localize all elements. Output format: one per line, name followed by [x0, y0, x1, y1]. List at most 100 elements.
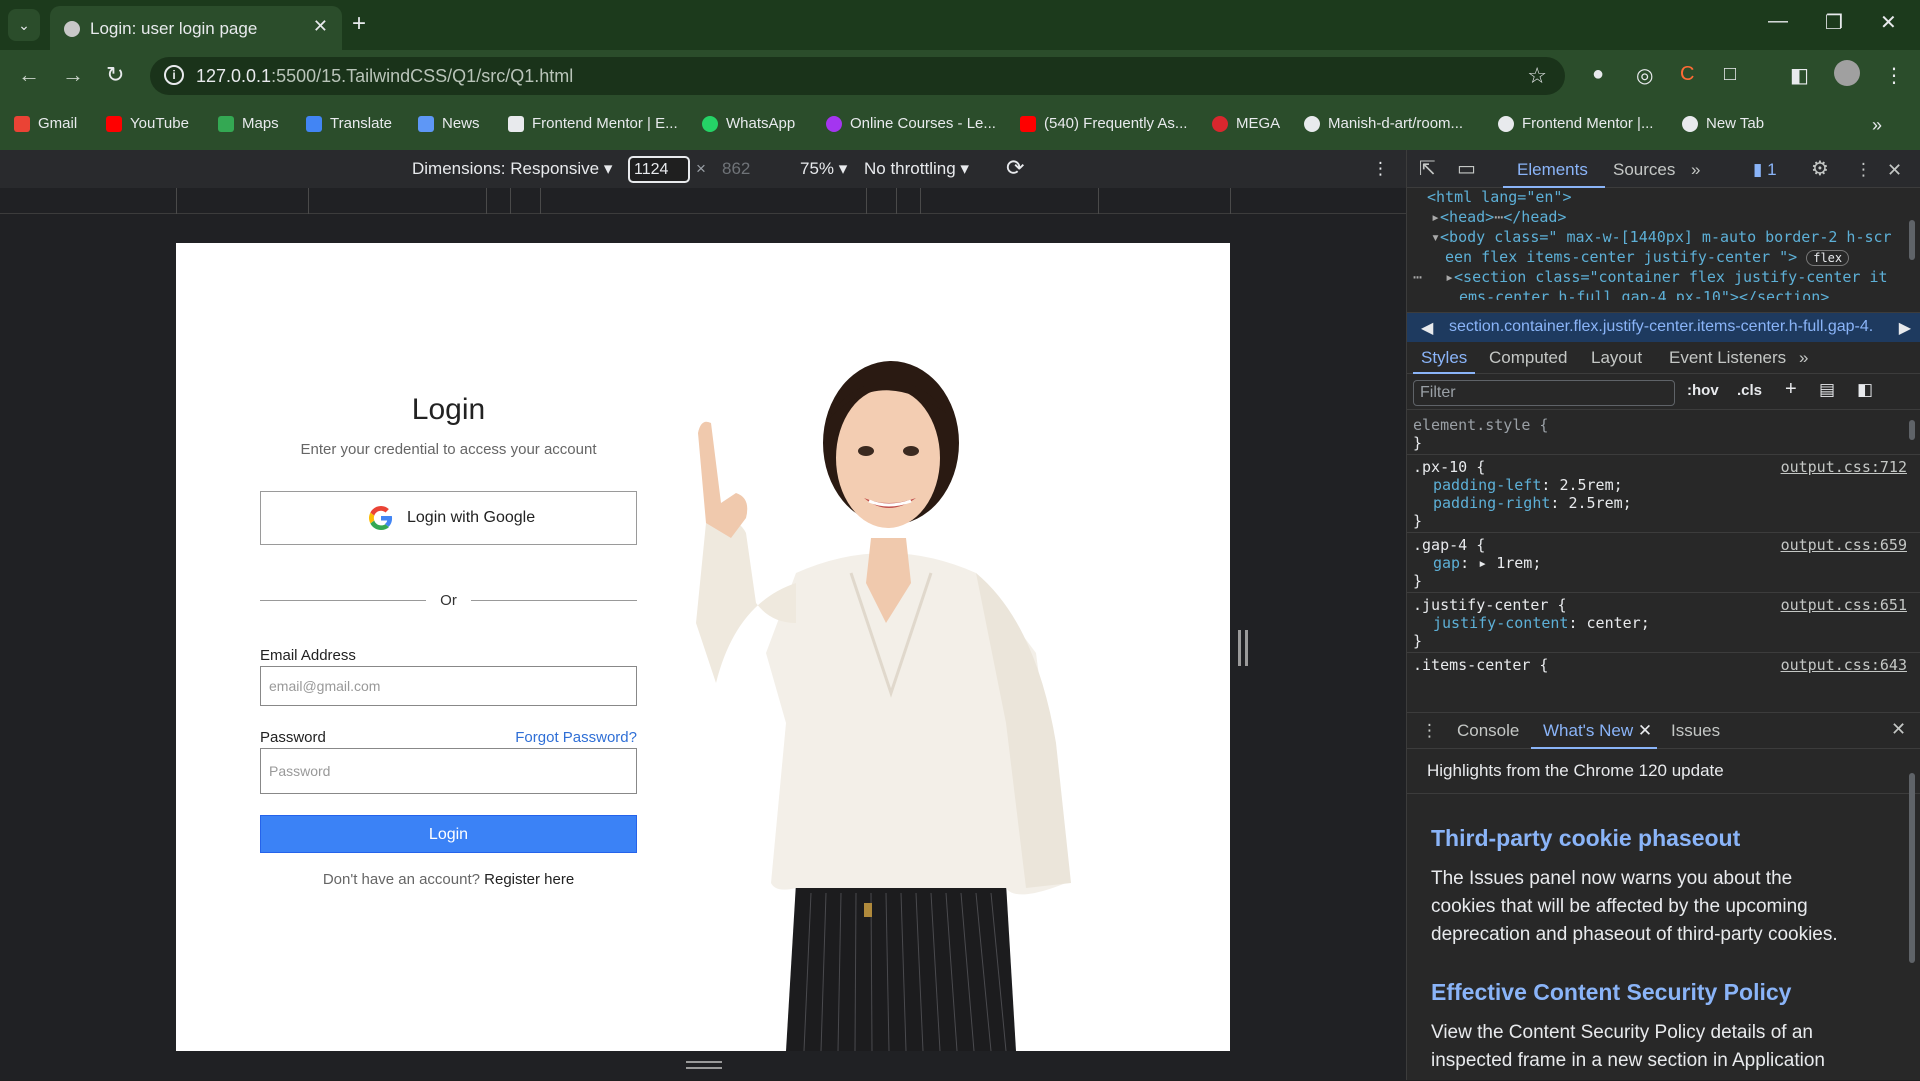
tab-sources[interactable]: Sources — [1613, 160, 1675, 180]
extension-c-icon[interactable]: C — [1680, 63, 1694, 86]
tab-styles[interactable]: Styles — [1421, 348, 1467, 368]
justify-center-source-link[interactable]: output.css:651 — [1781, 596, 1907, 614]
styles-filter-input[interactable]: Filter — [1413, 380, 1675, 406]
bookmark-github[interactable]: Manish-d-art/room... — [1304, 115, 1463, 132]
px-10-selector[interactable]: .px-10 { — [1413, 458, 1485, 476]
justify-center-decl[interactable]: justify-content: center; — [1433, 614, 1650, 632]
sidebar-toggle-icon[interactable]: ◧ — [1857, 380, 1873, 400]
tab-issues[interactable]: Issues — [1671, 721, 1720, 741]
more-subtabs-icon[interactable]: » — [1799, 348, 1808, 368]
bookmark-new-tab[interactable]: New Tab — [1682, 115, 1764, 132]
tab-close-icon[interactable]: ✕ — [313, 16, 328, 37]
forgot-password-link[interactable]: Forgot Password? — [515, 729, 637, 746]
login-button[interactable]: Login — [260, 815, 637, 853]
issues-badge[interactable]: ▮ 1 — [1753, 160, 1777, 180]
viewport-resize-handle[interactable] — [1238, 630, 1248, 666]
dom-head-line[interactable]: ▸<head>⋯</head> — [1431, 208, 1566, 226]
breadcrumb-right-icon[interactable]: ▶ — [1899, 318, 1911, 338]
bookmark-whatsapp[interactable]: WhatsApp — [702, 115, 795, 132]
restore-icon[interactable]: ❐ — [1825, 10, 1843, 35]
dom-section-line[interactable]: ▸<section class="container flex justify-… — [1445, 268, 1888, 286]
throttling-dropdown[interactable]: No throttling ▾ — [864, 159, 969, 179]
url-text[interactable]: 127.0.0.1:5500/15.TailwindCSS/Q1/src/Q1.… — [196, 66, 573, 87]
bookmark-mega[interactable]: MEGA — [1212, 115, 1280, 132]
close-whats-new-icon[interactable]: ✕ — [1638, 721, 1652, 740]
close-window-icon[interactable]: ✕ — [1880, 10, 1897, 35]
items-center-source-link[interactable]: output.css:643 — [1781, 656, 1907, 674]
password-field[interactable]: Password — [260, 748, 637, 794]
items-center-selector[interactable]: .items-center { — [1413, 656, 1548, 674]
dom-html-line[interactable]: <html lang="en"> — [1427, 188, 1572, 206]
bookmark-youtube[interactable]: YouTube — [106, 115, 189, 132]
new-tab-button[interactable]: + — [352, 10, 366, 38]
media-query-ruler[interactable] — [0, 188, 1406, 214]
tab-whats-new[interactable]: What's New ✕ — [1543, 721, 1652, 741]
height-input[interactable]: 862 — [722, 159, 750, 179]
device-toggle-icon[interactable]: ▭ — [1457, 156, 1476, 181]
rotate-icon[interactable]: ⟳ — [1006, 155, 1024, 181]
bookmark-star-icon[interactable]: ☆ — [1527, 63, 1547, 89]
breadcrumb-left-icon[interactable]: ◀ — [1421, 318, 1433, 338]
register-link[interactable]: Register here — [484, 871, 574, 888]
drawer-menu-icon[interactable]: ⋮ — [1421, 721, 1438, 741]
reload-icon[interactable]: ↻ — [106, 62, 124, 88]
bookmark-gmail[interactable]: Gmail — [14, 115, 77, 132]
bookmark-translate[interactable]: Translate — [306, 115, 392, 132]
more-tabs-icon[interactable]: » — [1691, 160, 1700, 180]
gap-4-source-link[interactable]: output.css:659 — [1781, 536, 1907, 554]
devtools-menu-icon[interactable]: ⋮ — [1855, 160, 1872, 180]
zoom-dropdown[interactable]: 75% ▾ — [800, 159, 847, 179]
whats-new-title-2[interactable]: Effective Content Security Policy — [1431, 979, 1791, 1006]
whats-new-title-1[interactable]: Third-party cookie phaseout — [1431, 825, 1740, 852]
site-info-icon[interactable]: i — [164, 65, 184, 85]
bookmark-frontend-mentor-1[interactable]: Frontend Mentor | E... — [508, 115, 678, 132]
settings-gear-icon[interactable]: ⚙ — [1811, 156, 1829, 181]
tab-elements[interactable]: Elements — [1517, 160, 1588, 180]
back-icon[interactable]: ← — [18, 62, 40, 88]
hov-toggle[interactable]: :hov — [1687, 382, 1719, 399]
viewport-bottom-resize-handle[interactable] — [686, 1061, 722, 1069]
avatar[interactable] — [1834, 60, 1860, 86]
tab-computed[interactable]: Computed — [1489, 348, 1567, 368]
tab-search-button[interactable]: ⌄ — [8, 9, 40, 41]
dimensions-dropdown[interactable]: Dimensions: Responsive ▾ — [412, 159, 612, 179]
justify-center-selector[interactable]: .justify-center { — [1413, 596, 1567, 614]
bookmark-news[interactable]: News — [418, 115, 480, 132]
paint-icon[interactable]: ▤ — [1819, 380, 1835, 400]
extension-icon[interactable]: ● — [1592, 63, 1604, 86]
address-bar[interactable]: i 127.0.0.1:5500/15.TailwindCSS/Q1/src/Q… — [150, 57, 1565, 95]
google-login-button[interactable]: Login with Google — [260, 491, 637, 545]
devtools-close-icon[interactable]: ✕ — [1887, 160, 1902, 181]
tab-layout[interactable]: Layout — [1591, 348, 1642, 368]
flex-badge[interactable]: flex — [1806, 250, 1850, 266]
more-bookmarks-icon[interactable]: » — [1872, 115, 1882, 136]
cls-toggle[interactable]: .cls — [1737, 382, 1762, 399]
email-field[interactable]: email@gmail.com — [260, 666, 637, 706]
minimize-icon[interactable]: — — [1768, 10, 1788, 33]
gap-4-decl[interactable]: gap: ▸ 1rem; — [1433, 554, 1541, 572]
breadcrumb-item[interactable]: section.container.flex.justify-center.it… — [1449, 318, 1873, 336]
px-10-source-link[interactable]: output.css:712 — [1781, 458, 1907, 476]
dom-body-line[interactable]: ▾<body class=" max-w-[1440px] m-auto bor… — [1431, 228, 1892, 246]
px-10-decl-2[interactable]: padding-right: 2.5rem; — [1433, 494, 1632, 512]
tab-console[interactable]: Console — [1457, 721, 1519, 741]
forward-icon[interactable]: → — [62, 62, 84, 88]
bookmark-frontend-mentor-2[interactable]: Frontend Mentor |... — [1498, 115, 1653, 132]
extension-target-icon[interactable]: ◎ — [1636, 63, 1653, 88]
tab-event-listeners[interactable]: Event Listeners — [1669, 348, 1786, 368]
menu-icon[interactable]: ⋮ — [1884, 63, 1904, 88]
side-panel-icon[interactable]: ◧ — [1790, 63, 1809, 88]
bookmark-maps[interactable]: Maps — [218, 115, 279, 132]
gap-4-selector[interactable]: .gap-4 { — [1413, 536, 1485, 554]
bookmark-online-courses[interactable]: Online Courses - Le... — [826, 115, 996, 132]
px-10-decl-1[interactable]: padding-left: 2.5rem; — [1433, 476, 1623, 494]
new-rule-icon[interactable]: + — [1785, 378, 1797, 401]
puzzle-icon[interactable]: □ — [1724, 63, 1736, 86]
dom-ellipsis-icon[interactable]: ⋯ — [1413, 268, 1422, 286]
active-tab[interactable]: Login: user login page ✕ — [50, 6, 342, 50]
bookmark-youtube-faq[interactable]: (540) Frequently As... — [1020, 115, 1187, 132]
drawer-close-icon[interactable]: ✕ — [1891, 719, 1906, 740]
inspect-element-icon[interactable]: ⇱ — [1419, 156, 1436, 181]
element-style-rule[interactable]: element.style { — [1413, 416, 1548, 434]
width-input[interactable]: 1124 — [628, 156, 690, 183]
